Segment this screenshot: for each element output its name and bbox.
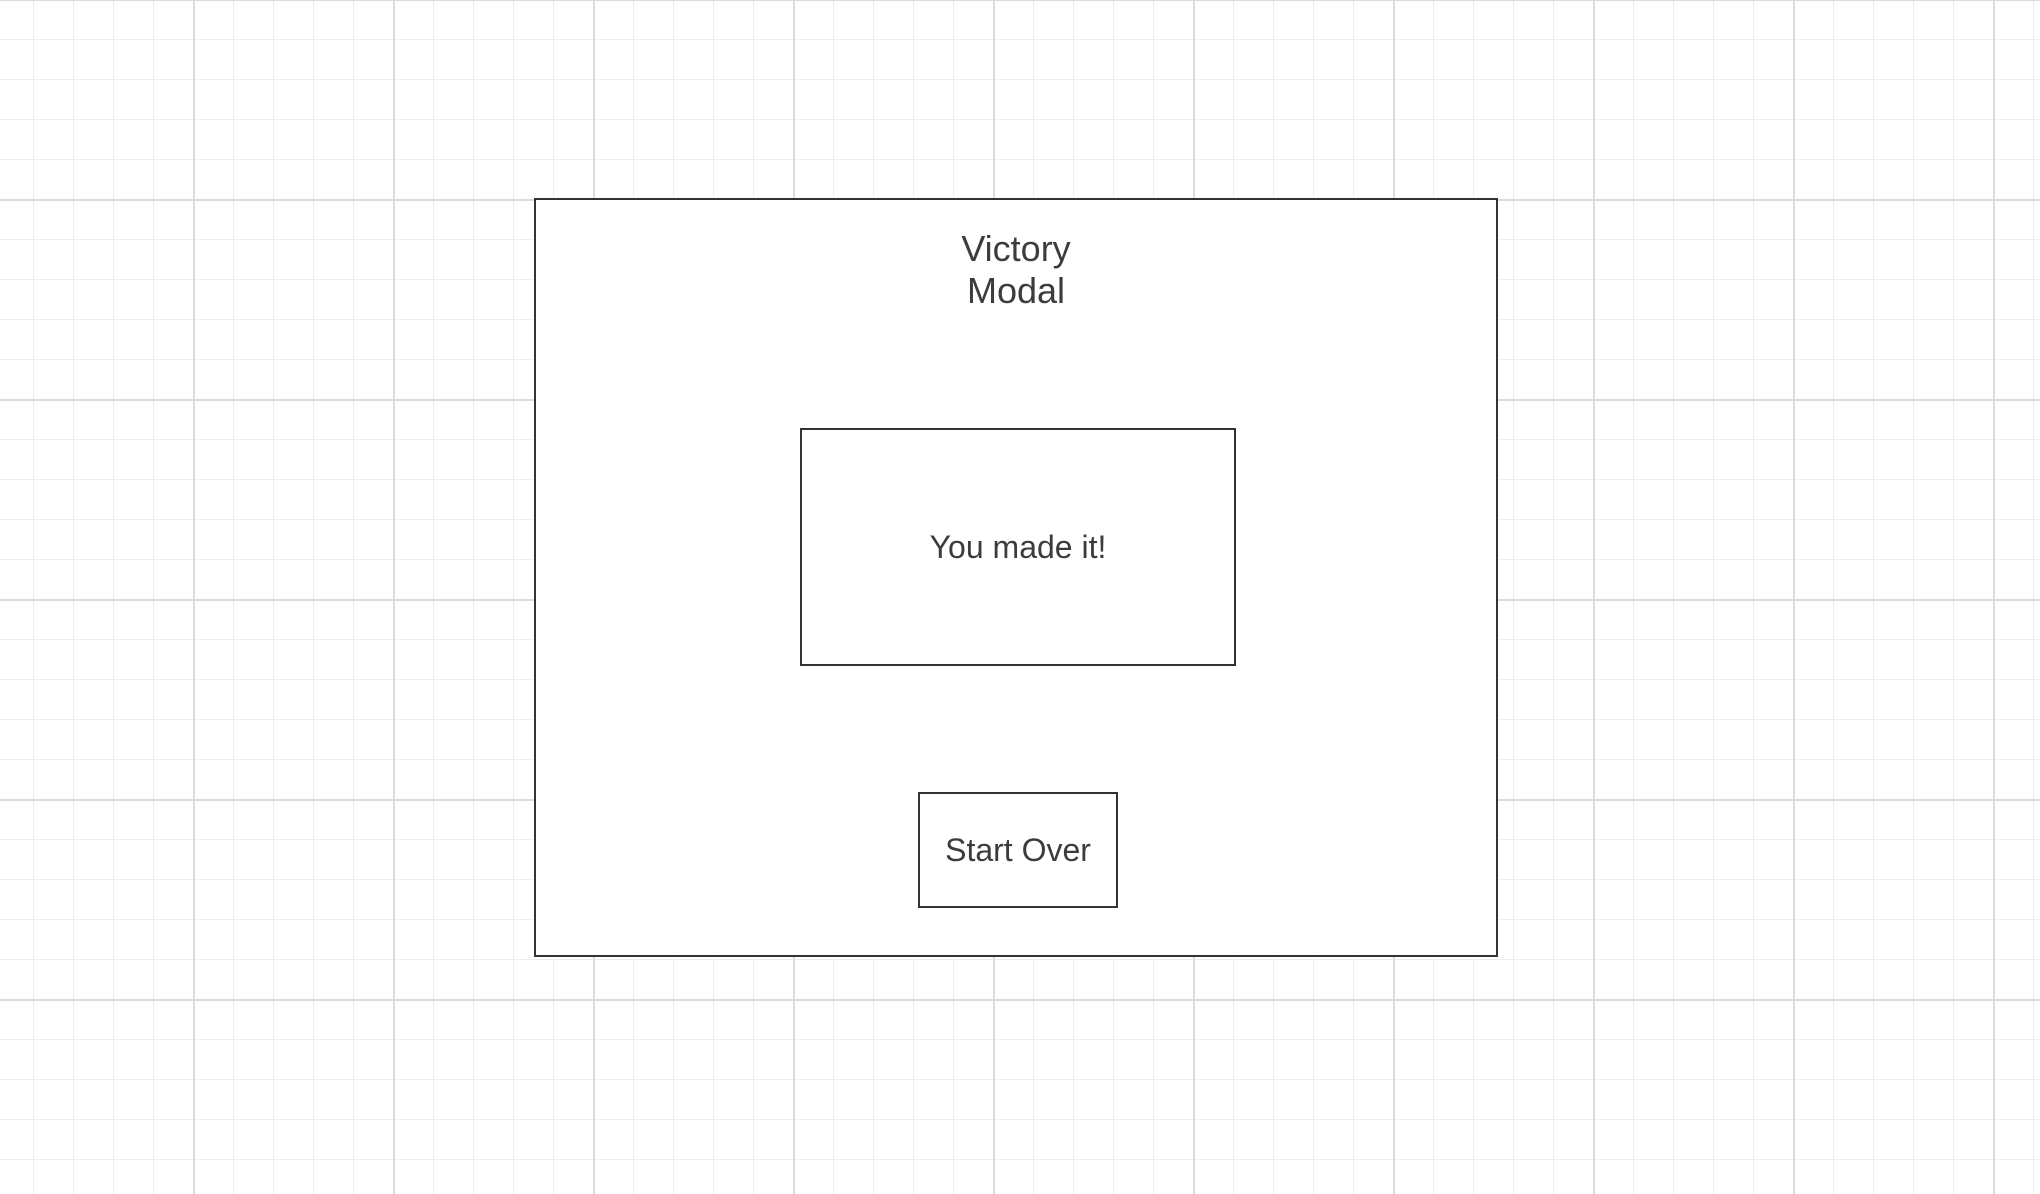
modal-title-line2: Modal xyxy=(966,270,1066,311)
modal-title-line1: Victory xyxy=(961,228,1071,269)
message-text: You made it! xyxy=(929,528,1107,565)
grid-canvas: Victory Modal You made it! Start Over xyxy=(0,0,2040,1194)
start-over-button[interactable]: Start Over xyxy=(918,792,1118,908)
message-box: You made it! xyxy=(800,428,1236,666)
start-over-label: Start Over xyxy=(945,831,1091,868)
modal-title: Victory Modal xyxy=(536,228,1496,312)
victory-modal-frame: Victory Modal You made it! Start Over xyxy=(534,198,1498,957)
